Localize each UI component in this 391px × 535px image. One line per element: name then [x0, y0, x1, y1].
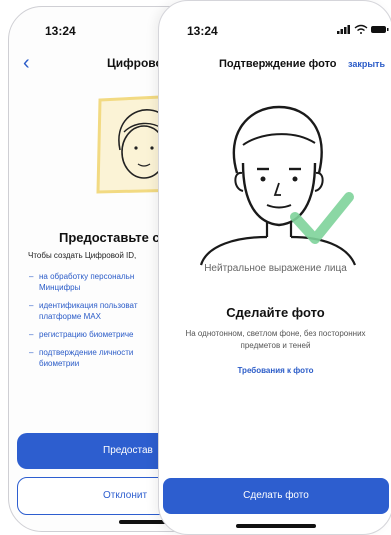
front-phone-screen: 13:24 Подтверждение фото закрыть Нейтрал… [158, 0, 391, 535]
wifi-icon [354, 24, 368, 34]
list-item[interactable]: идентификация пользоват платформе MAX [29, 300, 169, 322]
back-chevron-icon[interactable]: ‹ [23, 53, 30, 73]
take-photo-button[interactable]: Сделать фото [163, 478, 389, 514]
section-heading: Предоставьте с [59, 230, 160, 245]
take-photo-button-label: Сделать фото [243, 490, 309, 501]
section-heading: Сделайте фото [226, 305, 325, 320]
battery-icon [371, 26, 389, 33]
list-item[interactable]: на обработку персональн Минцифры [29, 271, 169, 293]
decline-button-label: Отклонит [103, 490, 148, 501]
list-item[interactable]: подтверждение личности биометрии [29, 347, 169, 369]
list-item[interactable]: регистрацию биометриче [29, 329, 169, 340]
close-link[interactable]: закрыть [348, 59, 385, 69]
provide-button-label: Предостав [103, 445, 153, 456]
checkmark-icon [290, 192, 354, 244]
intro-text: Чтобы создать Цифровой ID, [28, 251, 137, 260]
description-text: На однотонном, светлом фоне, без посторо… [185, 329, 366, 350]
status-icons [337, 24, 389, 34]
consent-list: на обработку персональн Минцифры идентиф… [29, 271, 169, 376]
page-title: Подтверждение фото [219, 58, 337, 70]
status-time: 13:24 [45, 24, 76, 38]
hint-text: Нейтральное выражение лица [204, 263, 347, 274]
signal-icon [337, 25, 350, 34]
home-indicator [236, 524, 316, 528]
requirements-link[interactable]: Требования к фото [159, 366, 391, 375]
face-illustration [199, 105, 357, 266]
status-time: 13:24 [187, 24, 218, 38]
